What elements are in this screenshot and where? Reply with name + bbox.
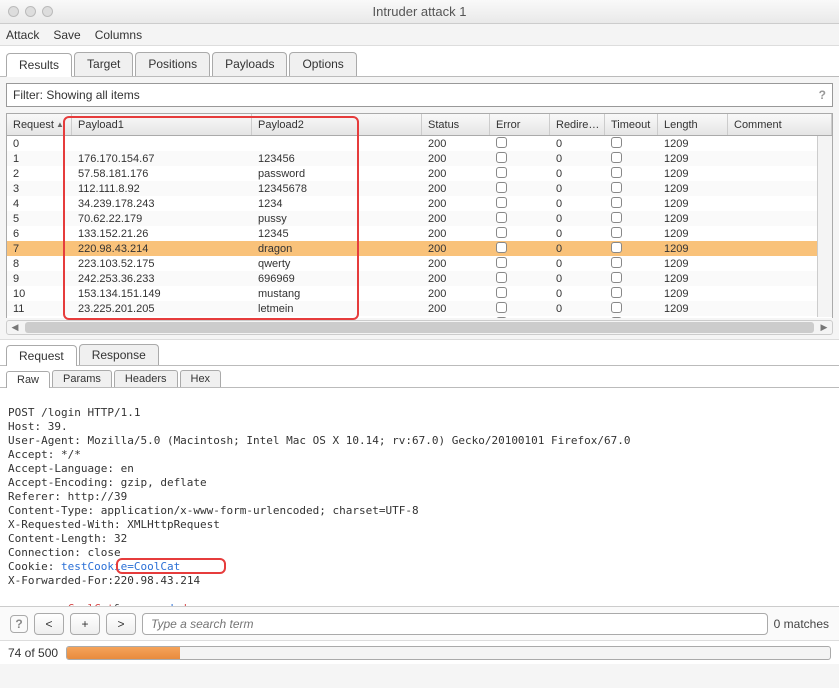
table-row[interactable]: 6133.152.21.261234520001209	[7, 226, 832, 241]
menu-save[interactable]: Save	[53, 28, 80, 42]
table-header: Request Payload1 Payload2 Status Error R…	[7, 114, 832, 136]
timeout-checkbox	[611, 257, 622, 268]
table-row[interactable]: 020001209	[7, 136, 832, 151]
table-row[interactable]: 1123.225.201.205letmein20001209	[7, 301, 832, 316]
error-checkbox	[496, 167, 507, 178]
timeout-checkbox	[611, 152, 622, 163]
timeout-checkbox	[611, 272, 622, 283]
window-title: Intruder attack 1	[0, 4, 839, 19]
table-row[interactable]: 7220.98.43.214dragon20001209	[7, 241, 832, 256]
table-row[interactable]: 9242.253.36.23369696920001209	[7, 271, 832, 286]
error-checkbox	[496, 257, 507, 268]
timeout-checkbox	[611, 302, 622, 313]
progress-bar-row: 74 of 500	[0, 640, 839, 664]
tab-params[interactable]: Params	[52, 370, 112, 387]
help-icon[interactable]: ?	[10, 615, 28, 633]
tab-request[interactable]: Request	[6, 345, 77, 366]
error-checkbox	[496, 197, 507, 208]
table-row[interactable]: 8223.103.52.175qwerty20001209	[7, 256, 832, 271]
progress-bar	[66, 646, 831, 660]
error-checkbox	[496, 227, 507, 238]
filter-text: Filter: Showing all items	[13, 88, 140, 102]
timeout-checkbox	[611, 212, 622, 223]
menu-columns[interactable]: Columns	[95, 28, 142, 42]
table-row[interactable]: 1176.170.154.6712345620001209	[7, 151, 832, 166]
error-checkbox	[496, 242, 507, 253]
col-redirect[interactable]: Redire…	[550, 114, 605, 135]
search-input[interactable]	[142, 613, 768, 635]
tab-options[interactable]: Options	[289, 52, 356, 76]
tab-raw[interactable]: Raw	[6, 371, 50, 388]
col-timeout[interactable]: Timeout	[605, 114, 658, 135]
vertical-scrollbar[interactable]	[817, 136, 832, 317]
tab-hex[interactable]: Hex	[180, 370, 222, 387]
error-checkbox	[496, 137, 507, 148]
timeout-checkbox	[611, 227, 622, 238]
error-checkbox	[496, 212, 507, 223]
scroll-right-icon[interactable]: ▶	[816, 321, 832, 334]
error-checkbox	[496, 152, 507, 163]
tab-response[interactable]: Response	[79, 344, 159, 365]
error-checkbox	[496, 182, 507, 193]
timeout-checkbox	[611, 242, 622, 253]
table-row[interactable]: 3112.111.8.921234567820001209	[7, 181, 832, 196]
col-request[interactable]: Request	[7, 114, 72, 135]
tab-results[interactable]: Results	[6, 53, 72, 77]
timeout-checkbox	[611, 287, 622, 298]
tab-headers[interactable]: Headers	[114, 370, 178, 387]
scroll-left-icon[interactable]: ◀	[7, 321, 23, 334]
error-checkbox	[496, 317, 507, 319]
next-match-button[interactable]: >	[106, 613, 136, 635]
add-button[interactable]: +	[70, 613, 100, 635]
error-checkbox	[496, 287, 507, 298]
tab-positions[interactable]: Positions	[135, 52, 210, 76]
horizontal-scrollbar[interactable]: ◀ ▶	[6, 320, 833, 335]
menu-bar: Attack Save Columns	[0, 24, 839, 46]
timeout-checkbox	[611, 182, 622, 193]
timeout-checkbox	[611, 317, 622, 319]
col-comment[interactable]: Comment	[728, 114, 832, 135]
error-checkbox	[496, 272, 507, 283]
table-row[interactable]: 12209.51.120.158baseball20001209	[7, 316, 832, 318]
timeout-checkbox	[611, 137, 622, 148]
tab-target[interactable]: Target	[74, 52, 133, 76]
search-bar: ? < + > 0 matches	[0, 606, 839, 640]
prev-match-button[interactable]: <	[34, 613, 64, 635]
raw-request-view[interactable]: POST /login HTTP/1.1 Host: 39. User-Agen…	[0, 388, 839, 606]
table-row[interactable]: 570.62.22.179pussy20001209	[7, 211, 832, 226]
help-icon[interactable]: ?	[819, 88, 826, 102]
match-count: 0 matches	[774, 617, 829, 631]
timeout-checkbox	[611, 167, 622, 178]
table-row[interactable]: 434.239.178.243123420001209	[7, 196, 832, 211]
col-error[interactable]: Error	[490, 114, 550, 135]
col-status[interactable]: Status	[422, 114, 490, 135]
menu-attack[interactable]: Attack	[6, 28, 39, 42]
table-row[interactable]: 257.58.181.176password20001209	[7, 166, 832, 181]
col-payload1[interactable]: Payload1	[72, 114, 252, 135]
progress-label: 74 of 500	[8, 646, 58, 660]
table-row[interactable]: 10153.134.151.149mustang20001209	[7, 286, 832, 301]
results-table: Request Payload1 Payload2 Status Error R…	[6, 113, 833, 318]
timeout-checkbox	[611, 197, 622, 208]
col-payload2[interactable]: Payload2	[252, 114, 422, 135]
filter-bar[interactable]: Filter: Showing all items ?	[6, 83, 833, 107]
error-checkbox	[496, 302, 507, 313]
tab-payloads[interactable]: Payloads	[212, 52, 287, 76]
col-length[interactable]: Length	[658, 114, 728, 135]
